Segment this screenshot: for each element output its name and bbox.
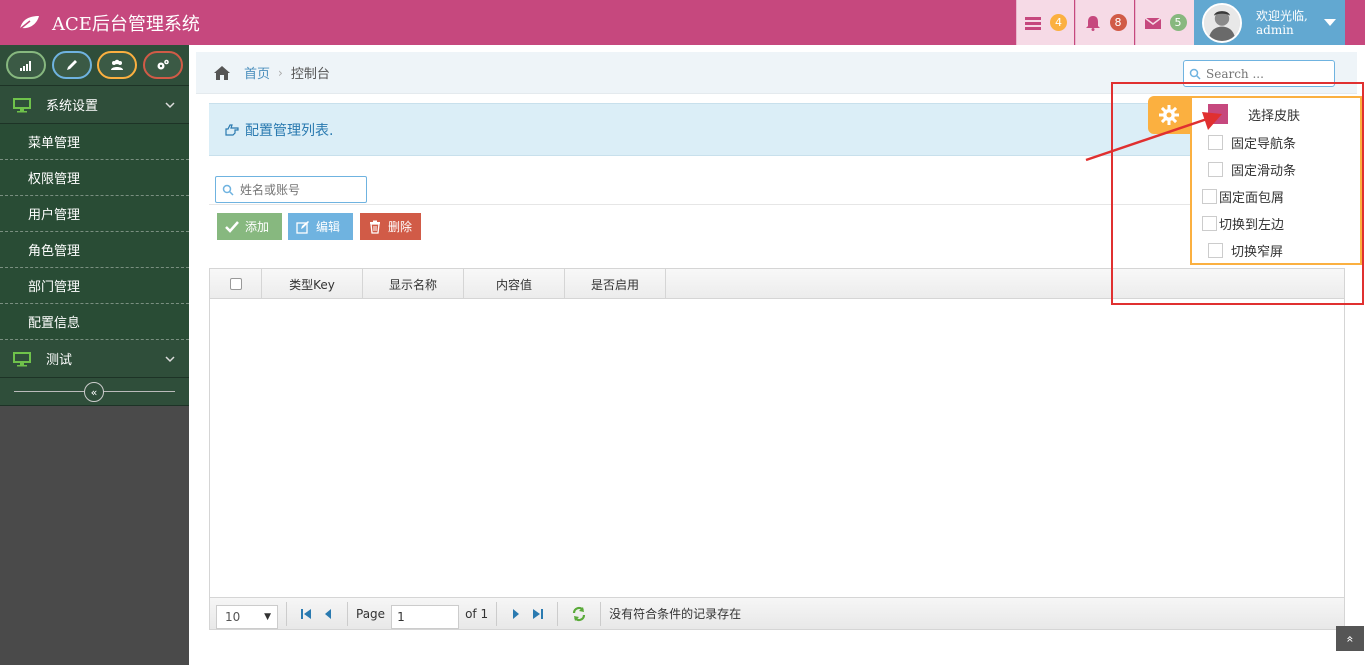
divider [286, 601, 287, 626]
messages-button[interactable]: 5 [1135, 0, 1194, 45]
last-page-icon[interactable] [532, 608, 544, 620]
brand-title: ACE后台管理系统 [52, 13, 200, 35]
page-number-input[interactable]: 1 [391, 604, 460, 629]
sidebar-item-config[interactable]: 配置信息 [0, 304, 189, 340]
breadcrumb-home-link[interactable]: 首页 [244, 63, 270, 82]
shortcut-settings-button[interactable] [143, 51, 184, 79]
page-title-text: 配置管理列表. [245, 122, 334, 139]
sidebar-shortcuts [0, 45, 189, 86]
chevron-down-icon [165, 102, 175, 109]
sidebar-collapse-bar: « [0, 378, 189, 406]
divider [496, 601, 498, 626]
user-greeting: 欢迎光临, [1256, 8, 1308, 23]
leaf-icon [19, 15, 39, 30]
page-size-value: 10 [225, 609, 241, 624]
next-page-icon[interactable] [510, 608, 522, 620]
sidebar-item-role[interactable]: 角色管理 [0, 232, 189, 268]
sidebar-group-system[interactable]: 系统设置 [0, 86, 189, 124]
notifications-badge: 8 [1109, 14, 1127, 31]
search-icon [1189, 68, 1201, 80]
delete-button-label: 删除 [388, 220, 413, 234]
column-header-type-key[interactable]: 类型Key [262, 269, 363, 299]
home-icon [214, 65, 230, 80]
refresh-icon[interactable] [571, 606, 587, 622]
sidebar-item-user[interactable]: 用户管理 [0, 196, 189, 232]
sidebar-group-label: 测试 [46, 353, 73, 368]
page-size-select[interactable]: 10 ▼ [216, 604, 278, 629]
desktop-icon [13, 97, 31, 112]
divider [557, 601, 559, 626]
config-grid: 类型Key 显示名称 内容值 是否启用 10 ▼ Page 1 of 1 没有符… [209, 268, 1345, 630]
caret-down-icon: ▼ [264, 611, 271, 622]
double-chevron-up-icon: » [1343, 634, 1357, 643]
divider [600, 601, 602, 626]
shortcut-stats-button[interactable] [5, 51, 46, 79]
user-name: admin [1256, 22, 1294, 37]
add-button[interactable]: 添加 [217, 213, 282, 240]
double-chevron-left-icon[interactable]: « [84, 382, 104, 402]
divider [347, 601, 348, 626]
messages-badge: 5 [1169, 14, 1187, 31]
signal-icon [19, 61, 31, 71]
column-header-enabled[interactable]: 是否启用 [565, 269, 666, 299]
select-all-cell [210, 269, 262, 299]
filter-input[interactable] [240, 182, 360, 197]
caret-down-icon [1323, 19, 1336, 26]
first-page-icon[interactable] [300, 608, 312, 620]
cogs-icon [157, 59, 169, 70]
edit-icon [296, 220, 309, 234]
prev-page-icon[interactable] [322, 608, 334, 620]
breadcrumb-current: 控制台 [290, 67, 330, 82]
page-number-value: 1 [397, 609, 405, 624]
notifications-button[interactable]: 8 [1075, 0, 1134, 45]
edit-button[interactable]: 编辑 [288, 213, 353, 240]
check-icon [225, 220, 239, 233]
tasks-badge: 4 [1050, 14, 1067, 31]
pager-status: 没有符合条件的记录存在 [609, 607, 742, 621]
avatar [1202, 2, 1242, 43]
grid-pager: 10 ▼ Page 1 of 1 没有符合条件的记录存在 [210, 597, 1344, 629]
search-icon [222, 184, 234, 196]
back-to-top-button[interactable]: » [1336, 626, 1364, 651]
edit-button-label: 编辑 [316, 220, 341, 234]
page-total: of 1 [465, 606, 489, 621]
page-label: Page [356, 606, 386, 621]
sidebar-group-test[interactable]: 测试 [0, 340, 189, 378]
name-filter [215, 176, 367, 203]
bell-icon [1085, 15, 1100, 31]
sidebar-item-permission[interactable]: 权限管理 [0, 160, 189, 196]
annotation-arrow [1085, 112, 1222, 162]
sidebar-item-menu[interactable]: 菜单管理 [0, 124, 189, 160]
envelope-icon [1144, 16, 1161, 29]
delete-button[interactable]: 删除 [360, 213, 421, 240]
search-input[interactable] [1206, 66, 1332, 81]
users-icon [111, 59, 124, 70]
tasks-button[interactable]: 4 [1016, 0, 1074, 45]
top-navbar: ACE后台管理系统 4 8 5 欢迎光临, admin [0, 0, 1365, 45]
hand-right-icon [225, 123, 239, 136]
user-menu[interactable]: 欢迎光临, admin [1194, 0, 1345, 45]
shortcut-users-button[interactable] [97, 51, 138, 79]
column-header-value[interactable]: 内容值 [464, 269, 565, 299]
sidebar: 系统设置 菜单管理 权限管理 用户管理 角色管理 部门管理 配置信息 测试 « [0, 45, 189, 665]
column-header-display-name[interactable]: 显示名称 [363, 269, 464, 299]
trash-icon [370, 220, 380, 234]
select-all-checkbox[interactable] [229, 278, 242, 290]
brand-logo[interactable]: ACE后台管理系统 [18, 0, 200, 45]
breadcrumb-separator: › [278, 65, 283, 80]
sidebar-group-label: 系统设置 [46, 99, 99, 114]
tasks-icon [1025, 16, 1041, 30]
chevron-down-icon [165, 356, 175, 363]
pencil-icon [66, 60, 77, 70]
desktop-icon [13, 351, 31, 366]
shortcut-edit-button[interactable] [51, 51, 92, 79]
add-button-label: 添加 [245, 220, 270, 234]
sidebar-item-department[interactable]: 部门管理 [0, 268, 189, 304]
